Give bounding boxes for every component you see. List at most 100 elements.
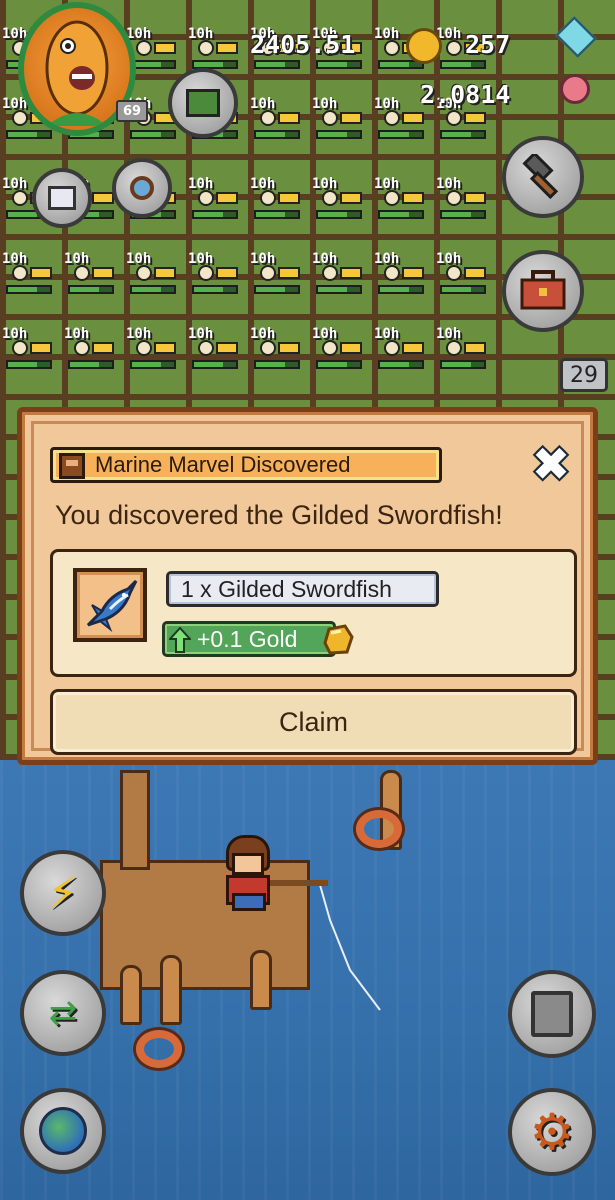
coin-tag-icon (340, 112, 362, 124)
reward-card: 1 x Gilded Swordfish +0.1 Gold (50, 549, 577, 677)
crop-plot[interactable]: 10h (310, 326, 366, 374)
crop-plot[interactable]: 10h (310, 96, 366, 144)
plot-timer: 10h (312, 176, 338, 192)
clock-icon (136, 340, 152, 356)
crop-plot[interactable]: 10h (372, 251, 428, 299)
plot-timer: 10h (374, 96, 400, 112)
item-label-text: 1 x Gilded Swordfish (181, 575, 392, 602)
growth-progress-bar (130, 130, 176, 139)
growth-progress-bar (440, 60, 486, 69)
clock-icon (136, 265, 152, 281)
crop-plot[interactable]: 10h (372, 176, 428, 224)
gold-balance: 2.0814 (420, 80, 511, 109)
calendar-button[interactable] (32, 168, 92, 228)
crop-plot[interactable]: 10h (372, 326, 428, 374)
plot-timer: 10h (2, 176, 28, 192)
crop-plot[interactable]: 10h (0, 326, 56, 374)
dock-post (250, 950, 272, 1010)
reward-text: +0.1 Gold (197, 625, 298, 652)
coin-tag-icon (278, 192, 300, 204)
crop-plot[interactable]: 10h (186, 251, 242, 299)
plot-timer: 10h (2, 251, 28, 267)
discovery-message: You discovered the Gilded Swordfish! (55, 500, 503, 530)
crop-plot[interactable]: 10h (124, 251, 180, 299)
growth-progress-bar (254, 130, 300, 139)
growth-progress-bar (440, 130, 486, 139)
fishing-line (270, 880, 381, 1011)
growth-progress-bar (378, 285, 424, 294)
growth-progress-bar (68, 285, 114, 294)
clock-icon (446, 110, 462, 126)
clock-icon (384, 340, 400, 356)
crop-plot[interactable]: 10h (372, 96, 428, 144)
gold-reward-label: +0.1 Gold (162, 621, 354, 657)
clock-icon (198, 40, 214, 56)
plot-timer: 10h (188, 326, 214, 342)
plot-timer: 10h (374, 176, 400, 192)
crop-plot[interactable]: 10h (434, 96, 490, 144)
build-button[interactable] (502, 136, 584, 218)
crop-plot[interactable]: 10h (310, 176, 366, 224)
settings-button[interactable]: ⚙ (508, 1088, 596, 1176)
growth-progress-bar (440, 285, 486, 294)
crop-plot[interactable]: 10h (0, 251, 56, 299)
clock-icon (260, 340, 276, 356)
crop-plot[interactable]: 10h (62, 326, 118, 374)
crop-plot[interactable]: 10h (434, 251, 490, 299)
magnifier-icon (130, 176, 154, 200)
plot-timer: 10h (436, 176, 462, 192)
gear-icon: ⚙ (529, 1103, 575, 1161)
save-button[interactable] (508, 970, 596, 1058)
plot-timer: 10h (374, 26, 400, 42)
crop-plot[interactable]: 10h (248, 96, 304, 144)
trade-button[interactable]: ⇄ (20, 970, 106, 1056)
coin-tag-icon (30, 267, 52, 279)
gold-nugget-icon (323, 624, 354, 655)
corn-character-icon (45, 20, 109, 126)
crop-plot[interactable]: 10h (62, 251, 118, 299)
growth-progress-bar (192, 210, 238, 219)
plot-timer: 10h (64, 326, 90, 342)
growth-progress-bar (6, 130, 52, 139)
close-button[interactable]: ✖ (525, 440, 577, 488)
crop-plot[interactable]: 10h (186, 176, 242, 224)
search-button[interactable] (112, 158, 172, 218)
crop-plot[interactable]: 10h (186, 326, 242, 374)
plot-timer: 10h (312, 326, 338, 342)
coin-tag-icon (92, 192, 114, 204)
crop-plot[interactable]: 10h (248, 326, 304, 374)
coin-tag-icon (92, 342, 114, 354)
plot-timer: 10h (250, 176, 276, 192)
crop-plot[interactable]: 10h (248, 176, 304, 224)
coin-tag-icon (402, 192, 424, 204)
coin-tag-icon (402, 267, 424, 279)
clock-icon (446, 40, 462, 56)
plot-timer: 10h (188, 251, 214, 267)
plot-timer: 10h (188, 176, 214, 192)
coin-tag-icon (278, 112, 300, 124)
coin-tag-icon (464, 267, 486, 279)
growth-progress-bar (378, 130, 424, 139)
globe-icon (39, 1107, 87, 1155)
farm-menu-button[interactable] (168, 68, 238, 138)
claim-button[interactable]: Claim (50, 689, 577, 755)
coin-tag-icon (340, 192, 362, 204)
inventory-button[interactable] (502, 250, 584, 332)
clock-icon (74, 340, 90, 356)
coin-tag-icon (278, 267, 300, 279)
clock-icon (384, 110, 400, 126)
clock-icon (446, 265, 462, 281)
crop-plot[interactable]: 10h (248, 251, 304, 299)
crop-plot[interactable]: 10h (434, 176, 490, 224)
growth-progress-bar (130, 360, 176, 369)
coin-tag-icon (278, 342, 300, 354)
crop-plot[interactable]: 10h (434, 326, 490, 374)
crop-plot[interactable]: 10h (310, 251, 366, 299)
notification-count[interactable]: 29 (560, 358, 608, 392)
energy-button[interactable]: ⚡ (20, 850, 106, 936)
crop-plot[interactable]: 10h (124, 326, 180, 374)
growth-progress-bar (440, 360, 486, 369)
clock-icon (260, 265, 276, 281)
world-map-button[interactable] (20, 1088, 106, 1174)
growth-progress-bar (316, 285, 362, 294)
